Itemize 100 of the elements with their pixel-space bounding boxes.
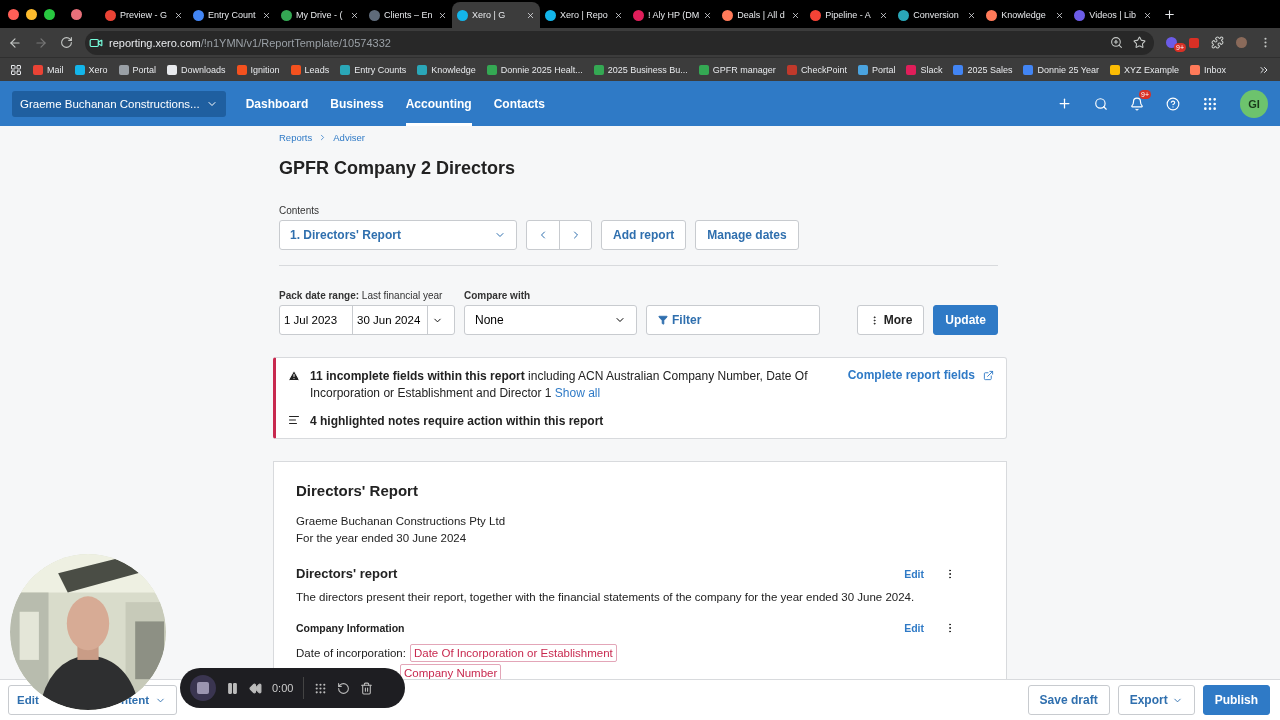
compare-select[interactable]: None [464,305,637,335]
bookmark[interactable]: 2025 Sales [953,64,1013,75]
browser-tab[interactable]: Entry Count [188,2,276,28]
field-label: Date of incorporation: [296,647,406,659]
extensions-icon[interactable] [1211,36,1224,49]
report-button[interactable]: Manage dates [695,220,799,250]
apps-icon[interactable] [1202,95,1218,112]
bookmark[interactable]: Xero [74,64,108,75]
trash-icon[interactable] [360,681,374,695]
bookmark[interactable]: Inbox [1190,64,1227,75]
browser-tab[interactable]: Conversion [893,2,982,28]
bookmark[interactable]: Knowledge [417,64,476,75]
bookmark[interactable]: XYZ Example [1110,64,1180,75]
extension-icon[interactable] [1166,37,1177,48]
show-all-link[interactable]: Show all [554,386,601,400]
browser-tab[interactable]: Deals | All d [717,2,806,28]
nav-tab[interactable]: Dashboard [245,81,309,126]
missing-field-tag[interactable]: Date Of Incorporation or Establishment [409,644,617,662]
browser-tab[interactable]: Clients – En [364,2,452,28]
bell-icon[interactable] [1130,96,1144,111]
new-tab-icon[interactable] [1163,7,1177,21]
close-icon[interactable] [1055,10,1065,20]
reload-icon[interactable] [60,36,73,49]
browser-tab[interactable]: Preview - G [100,2,188,28]
bookmark[interactable]: Donnie 25 Year [1023,64,1100,75]
forward-icon[interactable] [34,35,48,50]
section-title: Directors' report [296,566,399,581]
bookmark[interactable]: Downloads [167,64,226,75]
compare-label: Compare with [464,290,532,301]
grid-icon[interactable] [314,681,328,695]
add-icon[interactable] [1057,96,1072,111]
edit-link[interactable]: Edit [904,567,924,580]
browser-tab[interactable]: Xero | Repo [540,2,628,28]
close-icon[interactable] [350,10,359,20]
minimize-button[interactable] [26,8,37,20]
export-button[interactable]: Export [1117,685,1195,715]
publish-button[interactable]: Publish [1202,685,1270,715]
browser-tab[interactable]: Videos | Lib [1069,2,1158,28]
maximize-button[interactable] [44,8,55,20]
bookmark[interactable]: 2025 Business Bu... [593,64,688,75]
back-icon[interactable] [8,35,22,50]
nav-tab[interactable]: Accounting [405,81,472,126]
restart-icon[interactable] [337,681,351,695]
bookmark[interactable]: Portal [857,64,896,75]
bookmark[interactable]: Entry Counts [340,64,407,75]
page-title: GPFR Company 2 Directors [279,158,517,179]
browser-tab[interactable]: Xero | G [452,2,540,28]
nav-tab[interactable]: Contacts [493,81,545,126]
browser-tab[interactable]: Knowledge [981,2,1070,28]
more-button[interactable]: More [856,305,925,335]
close-icon[interactable] [262,10,271,20]
report-button[interactable]: Add report [601,220,687,250]
save-draft-button[interactable]: Save draft [1027,685,1110,715]
update-button[interactable]: Update [933,305,998,335]
address-field[interactable]: reporting.xero.com/!n1YMN/v1/ReportTemplate/10574332 [85,30,1154,55]
complete-fields-link[interactable]: Complete report fields [847,368,994,382]
close-icon[interactable] [526,10,535,20]
date-range-field[interactable]: 1 Jul 2023 30 Jun 2024 [279,305,455,335]
rewind-icon[interactable] [249,681,262,695]
close-icon[interactable] [438,10,447,20]
breadcrumb-link[interactable]: Adviser [333,132,365,143]
user-avatar[interactable]: GI [1240,89,1268,118]
bookmark[interactable]: Slack [906,64,943,75]
bookmark[interactable]: Leads [290,64,330,75]
close-icon[interactable] [879,10,889,20]
bookmark[interactable]: Ignition [236,64,280,75]
bookmark[interactable]: Mail [33,64,64,75]
pause-icon[interactable] [226,681,239,695]
close-icon[interactable] [174,10,183,20]
zoom-icon[interactable] [1110,36,1123,49]
close-icon[interactable] [1143,10,1153,20]
close-button[interactable] [8,8,19,20]
contents-label: Contents [279,205,321,216]
star-icon[interactable] [1133,36,1146,49]
nav-tab[interactable]: Business [330,81,384,126]
browser-tab[interactable]: Pipeline - A [805,2,894,28]
bookmark[interactable]: GPFR manager [698,64,776,75]
breadcrumb-link[interactable]: Reports [279,132,313,143]
search-icon[interactable] [1094,96,1108,111]
organisation-menu[interactable]: Graeme Buchanan Constructions... [12,90,226,117]
close-icon[interactable] [791,10,801,20]
contents-select[interactable]: 1. Directors' Report [279,220,517,250]
stop-button[interactable] [190,675,216,701]
bookmark[interactable]: Donnie 2025 Healt... [486,64,583,75]
close-icon[interactable] [614,10,623,20]
apps-icon[interactable] [10,63,22,76]
date-range-hint: Last financial year [361,290,443,301]
bookmark[interactable]: Portal [118,64,157,75]
report-heading: Directors' Report [296,482,419,499]
record-icon[interactable] [71,8,82,20]
close-icon[interactable] [703,10,713,20]
browser-tab[interactable]: ! Aly HP (DM [628,2,718,28]
edit-link[interactable]: Edit [904,622,924,634]
bookmark[interactable]: CheckPoint [786,64,847,75]
filter-button[interactable]: Filter [646,305,820,335]
close-icon[interactable] [967,10,977,20]
browser-tab[interactable]: My Drive - ( [276,2,364,28]
help-icon[interactable] [1166,96,1180,111]
notes-message: 4 highlighted notes require action within this report [310,414,604,428]
date-range-label: Pack date range: [279,290,360,301]
